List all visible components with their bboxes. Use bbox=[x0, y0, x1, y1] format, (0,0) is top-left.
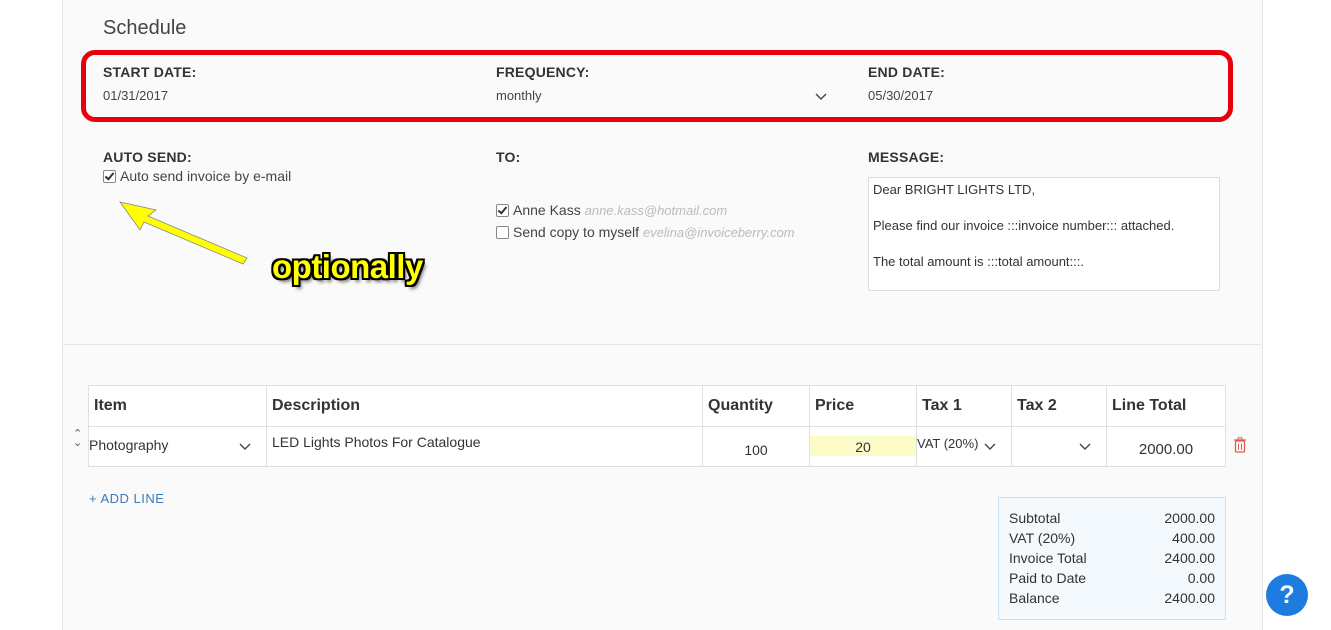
totals-box: Subtotal 2000.00 VAT (20%) 400.00 Invoic… bbox=[998, 497, 1226, 620]
col-header-description: Description bbox=[266, 385, 703, 427]
tax1-select[interactable]: VAT (20%) bbox=[916, 426, 1012, 467]
item-value: Photography bbox=[89, 437, 169, 453]
col-header-item: Item bbox=[88, 385, 267, 427]
totals-value: 2400.00 bbox=[1164, 550, 1215, 566]
schedule-title: Schedule bbox=[103, 17, 187, 39]
recipient-checkbox[interactable] bbox=[496, 204, 509, 217]
totals-label: VAT (20%) bbox=[1009, 530, 1076, 546]
totals-row-paid-to-date: Paid to Date 0.00 bbox=[1009, 570, 1215, 586]
section-divider bbox=[62, 344, 1261, 345]
quantity-field[interactable]: 100 bbox=[702, 426, 810, 467]
recipient-item[interactable]: Anne Kass anne.kass@hotmail.com bbox=[513, 202, 727, 218]
message-textarea[interactable]: Dear BRIGHT LIGHTS LTD, Please find our … bbox=[868, 177, 1220, 291]
tax2-select[interactable] bbox=[1011, 426, 1107, 467]
auto-send-checkbox[interactable] bbox=[103, 170, 116, 183]
tax2-chevron-down-icon[interactable] bbox=[1078, 442, 1092, 452]
totals-label: Paid to Date bbox=[1009, 570, 1087, 586]
totals-row-balance: Balance 2400.00 bbox=[1009, 590, 1215, 606]
item-select[interactable]: Photography bbox=[88, 426, 267, 467]
description-value: LED Lights Photos For Catalogue bbox=[272, 434, 481, 450]
quantity-value: 100 bbox=[744, 441, 768, 458]
totals-value: 0.00 bbox=[1187, 570, 1215, 586]
schedule-highlight-box bbox=[81, 50, 1233, 122]
recipient-email: anne.kass@hotmail.com bbox=[584, 203, 728, 218]
table-row: Photography LED Lights Photos For Catalo… bbox=[88, 426, 1226, 467]
to-label: TO: bbox=[496, 149, 521, 165]
col-header-tax2: Tax 2 bbox=[1011, 385, 1107, 427]
copy-myself-label: Send copy to myself bbox=[513, 224, 640, 240]
tax1-value: VAT (20%) bbox=[917, 436, 979, 451]
message-line: Dear BRIGHT LIGHTS LTD, bbox=[873, 182, 1036, 197]
recipient-name: Anne Kass bbox=[513, 202, 581, 218]
line-items-table: Item Description Quantity Price Tax 1 Ta… bbox=[88, 385, 1226, 467]
item-chevron-down-icon[interactable] bbox=[238, 442, 252, 452]
totals-row-invoice-total: Invoice Total 2400.00 bbox=[1009, 550, 1215, 566]
price-field[interactable]: 20 bbox=[809, 426, 917, 467]
tax1-chevron-down-icon[interactable] bbox=[983, 442, 997, 452]
reorder-arrows-icon[interactable]: ⌃ ⌄ bbox=[73, 429, 82, 449]
totals-label: Invoice Total bbox=[1009, 550, 1087, 566]
message-line: The total amount is :::total amount:::. bbox=[873, 254, 1084, 269]
totals-value: 2400.00 bbox=[1164, 590, 1215, 606]
auto-send-label: AUTO SEND: bbox=[103, 149, 192, 165]
col-header-tax1: Tax 1 bbox=[916, 385, 1012, 427]
totals-value: 400.00 bbox=[1172, 530, 1215, 546]
message-line: Please find our invoice :::invoice numbe… bbox=[873, 218, 1175, 233]
help-button[interactable]: ? bbox=[1266, 574, 1308, 616]
totals-row-subtotal: Subtotal 2000.00 bbox=[1009, 510, 1215, 526]
totals-row-vat: VAT (20%) 400.00 bbox=[1009, 530, 1215, 546]
col-header-quantity: Quantity bbox=[702, 385, 810, 427]
col-header-price: Price bbox=[809, 385, 917, 427]
annotation-arrow-icon bbox=[119, 201, 248, 265]
totals-label: Subtotal bbox=[1009, 510, 1061, 526]
description-field[interactable]: LED Lights Photos For Catalogue bbox=[266, 426, 703, 467]
add-line-link[interactable]: + ADD LINE bbox=[89, 491, 164, 506]
totals-value: 2000.00 bbox=[1164, 510, 1215, 526]
line-total-value: 2000.00 bbox=[1138, 441, 1194, 458]
delete-line-trash-icon[interactable] bbox=[1233, 437, 1247, 453]
col-header-line-total: Line Total bbox=[1106, 385, 1226, 427]
annotation-optionally-text: optionally bbox=[272, 248, 423, 285]
copy-myself-checkbox[interactable] bbox=[496, 226, 509, 239]
copy-myself-item[interactable]: Send copy to myself evelina@invoiceberry… bbox=[513, 224, 795, 240]
price-value: 20 bbox=[855, 439, 871, 455]
line-total-cell: 2000.00 bbox=[1106, 426, 1226, 467]
totals-label: Balance bbox=[1009, 590, 1060, 606]
auto-send-checkbox-label[interactable]: Auto send invoice by e-mail bbox=[120, 168, 291, 184]
message-label: MESSAGE: bbox=[868, 149, 945, 165]
copy-myself-email: evelina@invoiceberry.com bbox=[642, 225, 795, 240]
